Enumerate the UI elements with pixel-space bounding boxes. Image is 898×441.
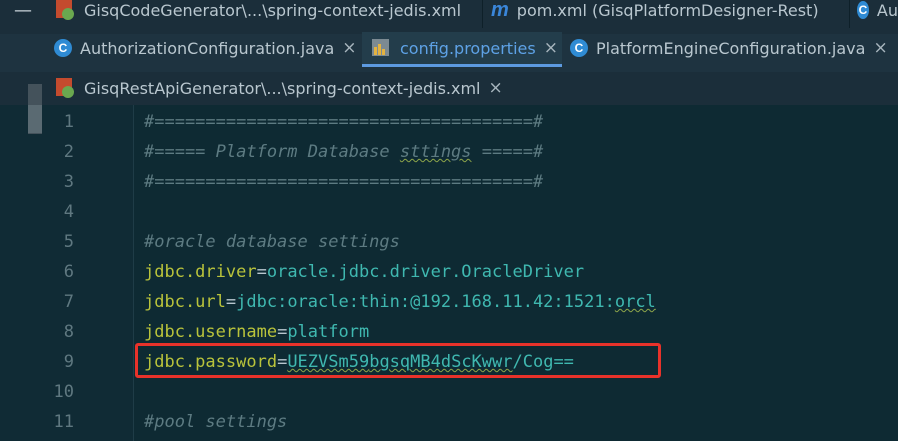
line-number: 5 (63, 232, 74, 252)
code-line-6: jdbc.driver=oracle.jdbc.driver.OracleDri… (144, 262, 584, 282)
line-number: 3 (63, 172, 74, 192)
line-number: 8 (63, 322, 74, 342)
java-class-icon: C (54, 39, 72, 57)
xml-file-icon (54, 0, 76, 21)
property-value: platform (287, 322, 370, 342)
code-line-5: #oracle database settings (144, 232, 400, 252)
tab-label: Au (876, 0, 898, 20)
java-class-icon: C (570, 39, 588, 57)
gutter-divider (133, 105, 134, 441)
tab-label: GisqCodeGenerator\...\spring-context-jed… (84, 0, 462, 20)
code-line-7: jdbc.url=jdbc:oracle:thin:@192.168.11.42… (144, 292, 656, 312)
equals-sign: = (225, 292, 237, 312)
line-number: 7 (63, 292, 74, 312)
line-number: 10 (53, 382, 74, 402)
xml-file-icon (54, 77, 76, 99)
close-icon[interactable]: × (489, 78, 503, 98)
tab-pom-xml[interactable]: m pom.xml (GisqPlatformDesigner-Rest) (483, 0, 849, 26)
tab-authorization-configuration[interactable]: C AuthorizationConfiguration.java × (46, 32, 362, 64)
line-number: 2 (63, 142, 74, 162)
tab-config-properties[interactable]: config.properties × (362, 32, 562, 67)
tab-platform-engine-configuration[interactable]: C PlatformEngineConfiguration.java × (562, 32, 898, 64)
line-number: 11 (53, 412, 74, 432)
code-line-2: #===== Platform Database sttings =====# (144, 142, 543, 162)
tab-gisq-code-generator-jedis[interactable]: GisqCodeGenerator\...\spring-context-jed… (46, 0, 484, 26)
code-line-3: #=====================================# (144, 172, 544, 192)
password-highlight-box (135, 343, 661, 378)
code-text-typo: sttings (399, 142, 472, 162)
properties-file-icon (370, 37, 392, 59)
code-line-8: jdbc.username=platform (144, 322, 369, 342)
close-icon[interactable]: × (873, 38, 887, 58)
code-line-1: #=====================================# (144, 112, 544, 132)
tab-label: PlatformEngineConfiguration.java (596, 38, 866, 58)
line-number: 4 (63, 202, 74, 222)
maven-icon: m (491, 0, 509, 21)
tab-gisq-rest-api-generator-jedis[interactable]: GisqRestApiGenerator\...\spring-context-… (46, 72, 503, 104)
code-line-11: #pool settings (144, 412, 288, 432)
tab-authorization-partial[interactable]: C Au (849, 0, 898, 26)
tab-label: GisqRestApiGenerator\...\spring-context-… (84, 78, 481, 98)
property-key: jdbc.username (144, 322, 278, 342)
tab-label: AuthorizationConfiguration.java (80, 38, 335, 58)
property-value: oracle.jdbc.driver.OracleDriver (266, 262, 585, 282)
tab-label: config.properties (400, 38, 536, 58)
close-icon[interactable]: × (342, 38, 356, 58)
equals-sign: = (277, 322, 288, 342)
line-number: 1 (63, 112, 74, 132)
property-key: jdbc.url (144, 292, 226, 312)
property-key: jdbc.driver (144, 262, 257, 282)
line-number: 6 (63, 262, 74, 282)
close-icon[interactable]: × (544, 38, 558, 58)
window-menu-icon[interactable]: — (14, 0, 32, 21)
property-value: jdbc:oracle:thin:@192.168.11.42:1521: (236, 292, 615, 312)
line-number: 9 (63, 352, 74, 372)
equals-sign: = (256, 262, 267, 282)
property-value-typo: orcl (614, 292, 656, 312)
tab-label: pom.xml (GisqPlatformDesigner-Rest) (516, 0, 819, 20)
code-text: =====# (471, 142, 544, 162)
java-class-icon: C (857, 1, 869, 19)
code-text: #===== Platform Database (144, 142, 400, 162)
